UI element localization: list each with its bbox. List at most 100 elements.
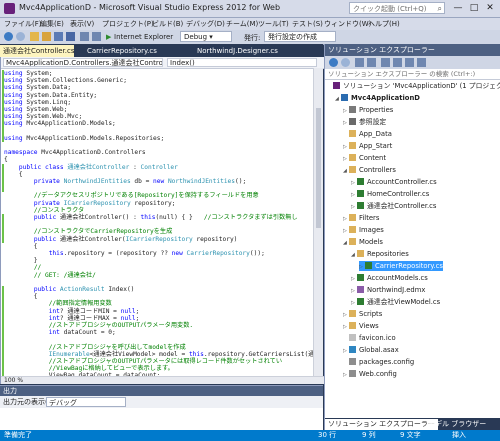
class-dropdown[interactable]: Mvc4ApplicationD.Controllers.通達会社Control… [3, 58, 163, 67]
zoom-level[interactable]: 100 % [1, 376, 324, 384]
menu-help[interactable]: ヘルプ(H) [368, 19, 400, 29]
code-line[interactable]: public ActionResult Index() [4, 286, 135, 293]
sync-icon[interactable] [367, 58, 376, 67]
code-line[interactable]: { [4, 156, 8, 163]
tree-item[interactable]: ▷ 参照設定 [343, 117, 386, 127]
tree-item[interactable]: ▷ App_Start [343, 141, 392, 151]
code-area[interactable]: using System; using System.Collections.Ge… [1, 68, 315, 376]
code-line[interactable]: using System; [4, 70, 52, 77]
tab-model-browser[interactable]: モデル ブラウザー [425, 419, 489, 430]
code-line[interactable]: // [4, 264, 41, 271]
code-line[interactable]: { [4, 171, 23, 178]
tree-item[interactable]: ◢ Mvc4ApplicationD [335, 93, 420, 103]
tree-item[interactable]: ▷ Scripts [343, 309, 382, 319]
code-line[interactable]: using Mvc4ApplicationD.Models.Repositori… [4, 135, 164, 142]
code-line[interactable]: public 通達会社Controller(ICarrierRepository… [4, 236, 238, 243]
code-line[interactable]: using Mvc4ApplicationD.Models; [4, 120, 116, 127]
code-line[interactable]: //データアクセスリポジトリである[Repository]を保持するフィールドを… [4, 192, 259, 199]
tab-northwind-designer[interactable]: NorthwindJ.Designer.cs [194, 45, 284, 57]
menu-edit[interactable]: 編集(E) [40, 19, 64, 29]
minimize-button[interactable]: — [451, 2, 465, 14]
tree-item[interactable]: packages.config [343, 357, 414, 367]
code-line[interactable]: { [4, 243, 38, 250]
menu-build[interactable]: ビルド(B) [152, 19, 183, 29]
undo-icon[interactable] [80, 32, 89, 41]
menu-debug[interactable]: デバッグ(D) [186, 19, 225, 29]
tree-item[interactable]: ▷ 通達会社Controller.cs [351, 201, 436, 211]
tree-item[interactable]: ◢ Models [343, 237, 383, 247]
redo-icon[interactable] [92, 32, 101, 41]
output-source-dropdown[interactable]: デバッグ [46, 397, 126, 407]
menu-window[interactable]: ウィンドウ(W) [324, 19, 371, 29]
tree-item[interactable]: ▷ AccountController.cs [351, 177, 437, 187]
publish-profile-dropdown[interactable]: 発行設定の作成 [264, 31, 336, 42]
menu-file[interactable]: ファイル(F) [4, 19, 42, 29]
menu-test[interactable]: テスト(S) [292, 19, 323, 29]
tree-item[interactable]: ▷ Images [343, 225, 384, 235]
code-line[interactable]: } [4, 257, 38, 264]
tree-item[interactable]: ▷ Global.asax [343, 345, 399, 355]
code-line[interactable]: //コンストラクタでCarrierRepositoryを生成 [4, 228, 172, 235]
forward-icon[interactable] [16, 32, 25, 41]
code-line[interactable]: public 通達会社Controller() : this(null) { }… [4, 214, 298, 221]
vertical-scrollbar[interactable] [313, 68, 323, 376]
tab-solution-explorer[interactable]: ソリューション エクスプローラー [325, 419, 438, 430]
code-line[interactable]: //コンストラクタ [4, 207, 84, 214]
tree-item[interactable]: ▷ AccountModels.cs [351, 273, 428, 283]
tab-controller[interactable]: 通達会社Controller.cs [0, 45, 75, 57]
close-button[interactable]: ✕ [483, 2, 497, 14]
code-line[interactable]: this.repository = (repository ?? new Car… [4, 250, 265, 257]
code-line[interactable]: int? 通達コードMAX = null; [4, 315, 140, 322]
tree-item[interactable]: favicon.ico [343, 333, 396, 343]
code-line[interactable]: //ViewBagに格納してビューで表示します。 [4, 365, 174, 372]
member-dropdown[interactable]: Index() [167, 58, 317, 67]
menu-tools[interactable]: ツール(T) [258, 19, 289, 29]
code-line[interactable]: using System.Web.Mvc; [4, 113, 82, 120]
code-line[interactable]: //ストアドプロシジャを呼び出してmodelを作成 [4, 344, 186, 351]
tree-item[interactable]: ◢ Controllers [343, 165, 396, 175]
code-line[interactable]: //ストアドプロシジャのOUTPUTパラメータ用変数. [4, 322, 193, 329]
code-line[interactable]: private NorthwindJEntities db = new Nort… [4, 178, 246, 185]
solution-search-input[interactable]: ソリューション エクスプローラー の検索 (Ctrl+:) [325, 69, 500, 80]
tree-item[interactable]: ▷ Web.config [343, 369, 397, 379]
tree-item[interactable]: ▷ Filters [343, 213, 379, 223]
tree-item[interactable]: App_Data [343, 129, 392, 139]
forward-icon[interactable] [341, 58, 350, 67]
configuration-dropdown[interactable]: Debug ▾ [180, 31, 232, 42]
tree-item[interactable]: ソリューション 'Mvc4ApplicationD' (1 プロジェクト) [327, 81, 500, 91]
tab-carrier-repository[interactable]: CarrierRepository.cs [84, 45, 164, 57]
refresh-icon[interactable] [381, 58, 390, 67]
code-line[interactable]: //範囲指定情報用変数 [4, 300, 112, 307]
tree-item[interactable]: ▷ Content [343, 153, 386, 163]
quick-launch-input[interactable]: クイック起動 (Ctrl+Q) ⌕ [349, 2, 445, 14]
code-line[interactable]: int? 通達コードMIN = null; [4, 308, 140, 315]
code-line[interactable]: private ICarrierRepository repository; [4, 200, 176, 207]
show-all-files-icon[interactable] [405, 58, 414, 67]
menu-view[interactable]: 表示(V) [70, 19, 94, 29]
new-project-icon[interactable] [30, 32, 39, 41]
tree-item[interactable]: ▷ Views [343, 321, 379, 331]
scroll-thumb[interactable] [316, 108, 321, 228]
home-icon[interactable] [355, 58, 364, 67]
tree-item[interactable]: ◢ Repositories [351, 249, 409, 259]
code-line[interactable]: IEnumerable<通達会社ViewModel> model = this.… [4, 351, 315, 358]
browser-label[interactable]: Internet Explorer [114, 33, 173, 41]
code-line[interactable]: using System.Data; [4, 84, 71, 91]
open-file-icon[interactable] [42, 32, 51, 41]
save-all-icon[interactable] [66, 32, 75, 41]
code-line[interactable]: using System.Collections.Generic; [4, 77, 127, 84]
code-line[interactable]: int dataCount = 0; [4, 329, 116, 336]
collapse-all-icon[interactable] [393, 58, 402, 67]
code-line[interactable]: using System.Web; [4, 106, 67, 113]
tree-item[interactable]: ▷ 通達会社ViewModel.cs [351, 297, 440, 307]
properties-icon[interactable] [417, 58, 426, 67]
code-line[interactable]: using System.Data.Entity; [4, 92, 97, 99]
code-line[interactable]: namespace Mvc4ApplicationD.Controllers [4, 149, 146, 156]
code-editor[interactable]: Mvc4ApplicationD.Controllers.通達会社Control… [0, 57, 324, 384]
save-icon[interactable] [54, 32, 63, 41]
code-line[interactable]: // GET: /通達会社/ [4, 272, 96, 279]
tree-item[interactable]: ▷ Properties [343, 105, 393, 115]
menu-team[interactable]: チーム(M) [226, 19, 258, 29]
code-line[interactable]: public class 通達会社Controller : Controller [4, 164, 178, 171]
menu-project[interactable]: プロジェクト(P) [102, 19, 154, 29]
